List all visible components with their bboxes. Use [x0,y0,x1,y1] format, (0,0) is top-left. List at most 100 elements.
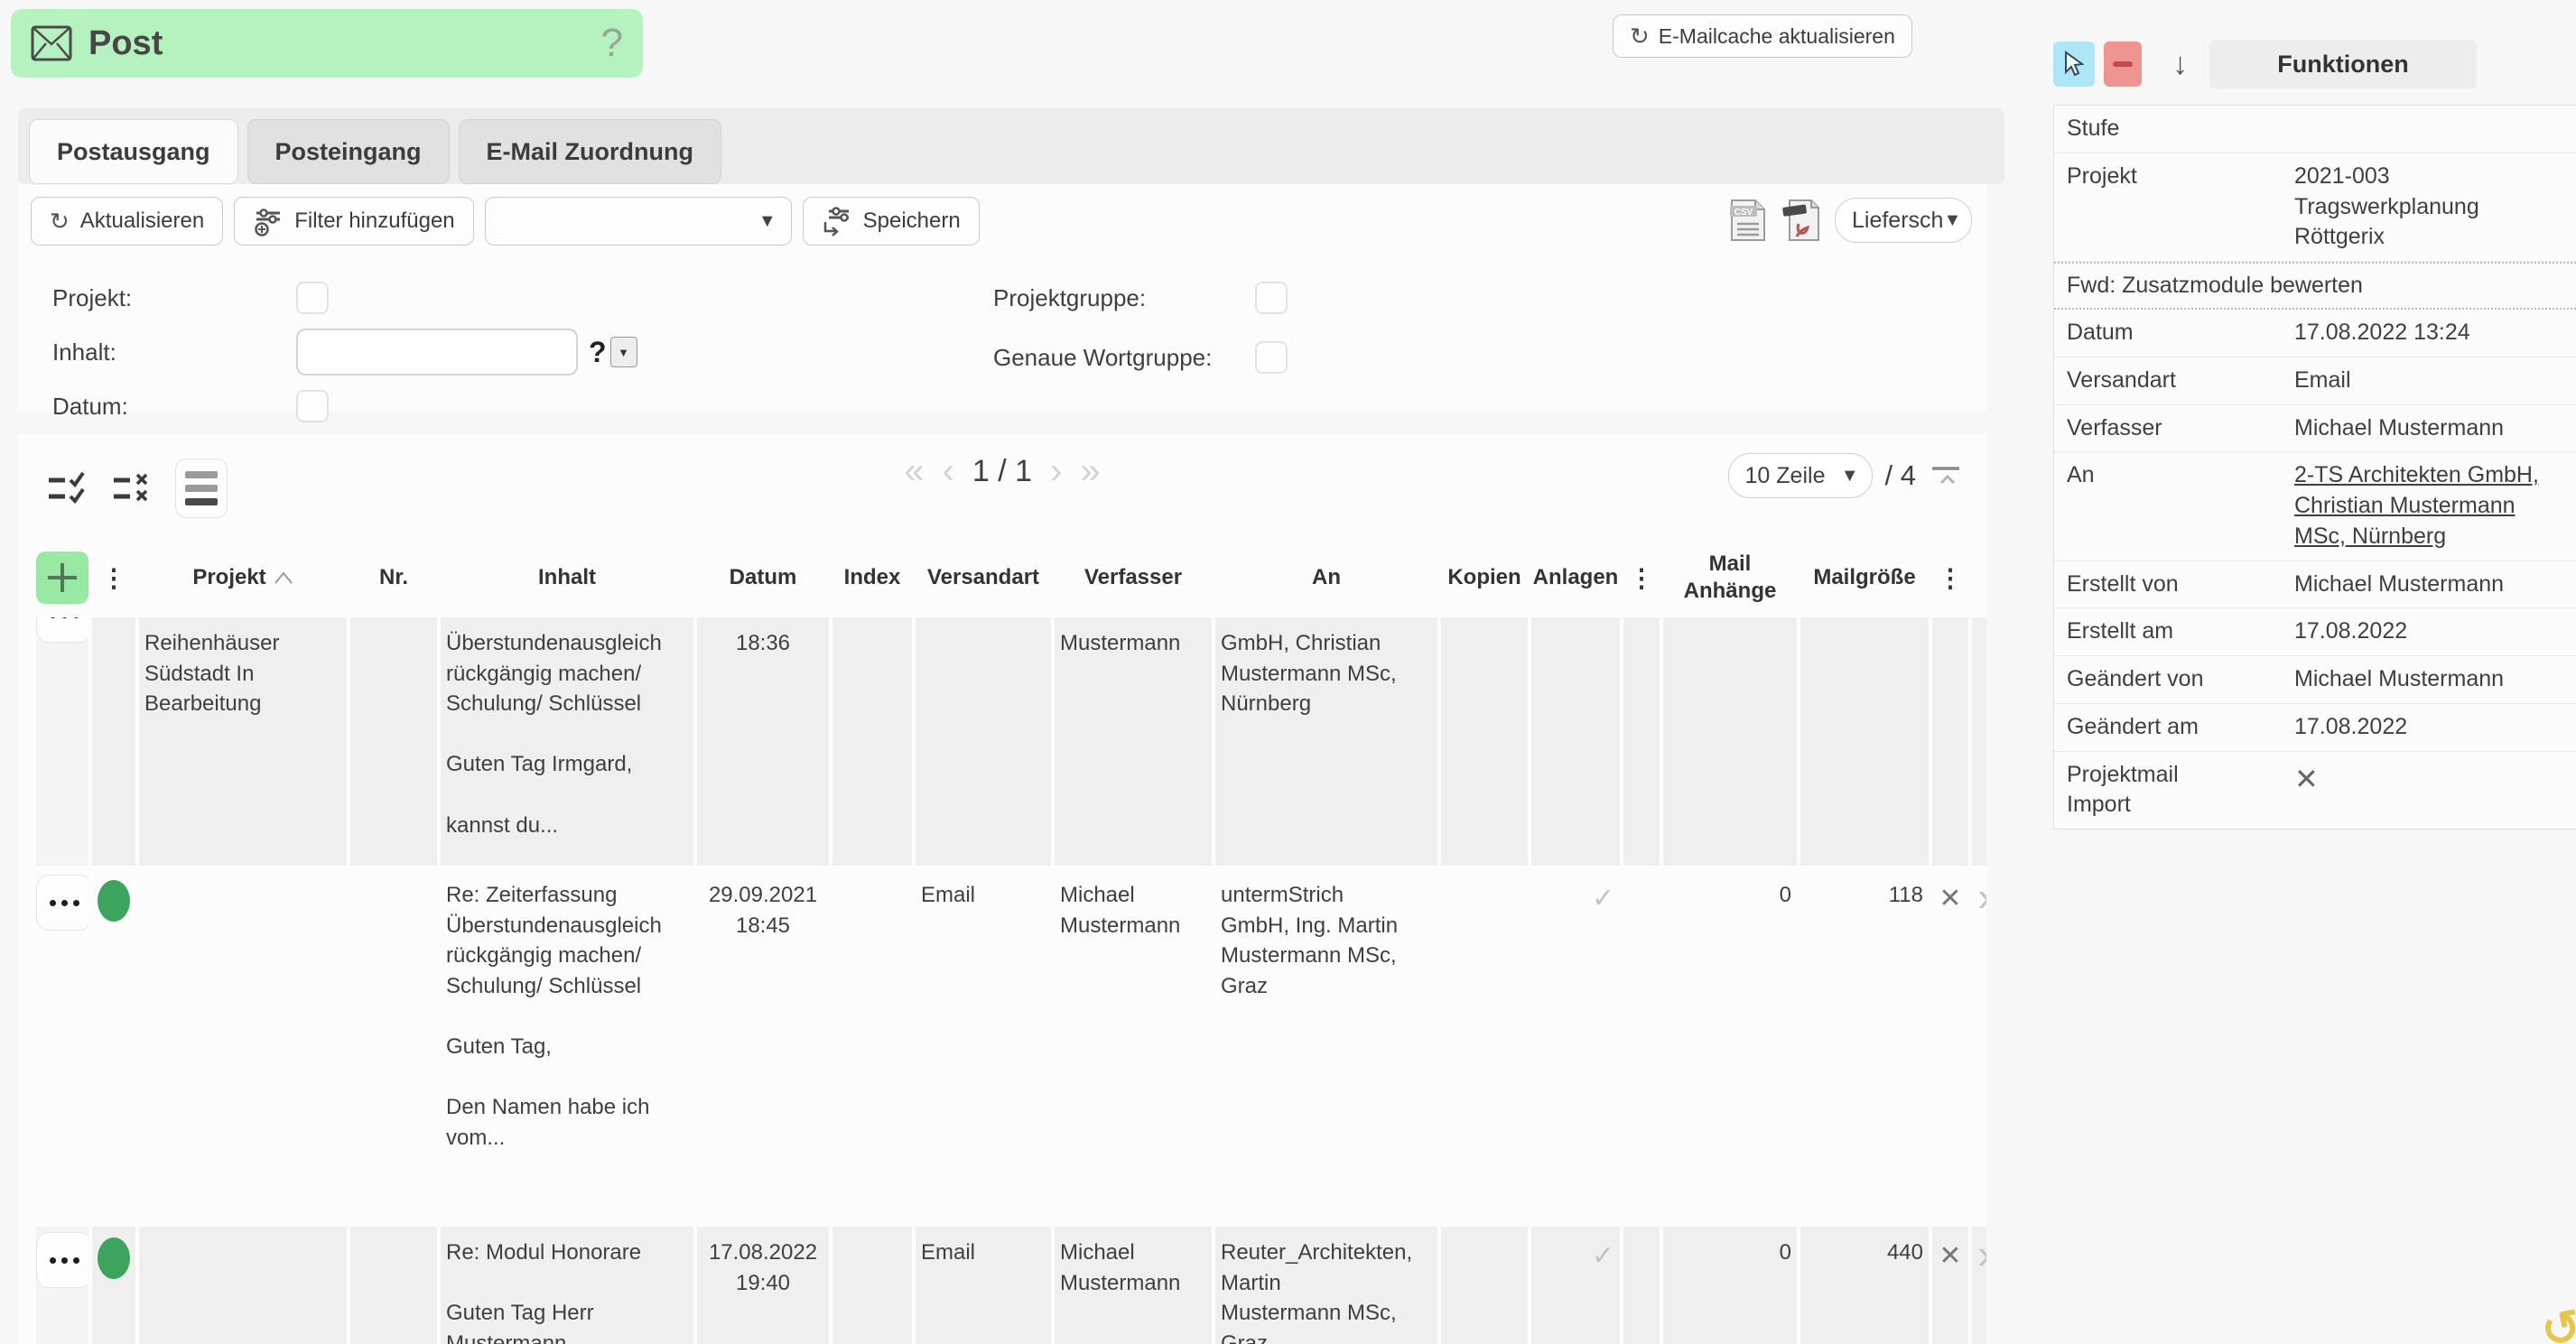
cell-nr [350,869,437,1223]
next-page-icon[interactable]: › [1050,453,1062,489]
anlagen-check-icon: ✓ [1531,869,1620,1223]
cell-anlagen [1531,617,1620,866]
genaue-wortgruppe-checkbox[interactable] [1255,341,1288,374]
help-icon[interactable]: ? [601,21,623,66]
down-arrow-icon[interactable]: ↓ [2172,47,2188,82]
cell-index [832,1227,912,1344]
pointer-tool-button[interactable] [2053,42,2095,87]
remove-panel-button[interactable] [2104,42,2142,87]
inhalt-help-icon[interactable]: ? [589,336,607,369]
status-dot [98,880,130,922]
column-menu-icon[interactable]: ⋮ [1629,562,1654,594]
total-count: / 4 [1885,459,1916,492]
field-label: Geändert am [2067,712,2294,743]
emailcache-label: E-Mailcache aktualisieren [1659,24,1895,49]
col-anlagen[interactable]: Anlagen [1531,542,1620,614]
projekt-filter-label: Projekt: [52,284,296,312]
add-entry-button[interactable] [36,552,88,604]
col-verfasser[interactable]: Verfasser [1055,542,1212,614]
filter-hinzufuegen-button[interactable]: Filter hinzufügen [234,197,473,246]
report-template-select[interactable]: Liefersch ▼ [1835,198,1972,243]
tab-posteingang[interactable]: Posteingang [247,119,450,184]
col-kopien[interactable]: Kopien [1441,542,1528,614]
field-label: Erstellt von [2067,570,2294,600]
aktualisieren-button[interactable]: ↻ Aktualisieren [31,197,223,246]
cell-verfasser: Michael Mustermann [1055,869,1212,1223]
tab-email-zuordnung[interactable]: E-Mail Zuordnung [459,119,721,184]
datum-filter-label: Datum: [52,393,296,421]
table-row[interactable]: Reihenhäuser Südstadt In Bearbeitung Übe… [36,617,1986,866]
col-inhalt[interactable]: Inhalt [441,542,693,614]
filter-toolbar: ↻ Aktualisieren Filter hinzufügen [31,197,980,246]
saved-filter-select[interactable]: ▼ [485,197,792,246]
row-menu-button[interactable] [36,617,88,643]
col-mail-anhaenge[interactable]: Mail Anhänge [1663,542,1797,614]
column-menu-icon[interactable]: ⋮ [101,562,126,594]
prev-page-icon[interactable]: ‹ [943,453,954,489]
speichern-button[interactable]: Speichern [803,197,980,246]
cell-verfasser: Michael Mustermann [1055,1227,1212,1344]
col-datum[interactable]: Datum [697,542,829,614]
open-row-icon[interactable]: › [1972,869,1986,1223]
col-an[interactable]: An [1215,542,1437,614]
minus-icon [2113,61,2133,67]
field-versandart: Versandart Email [2054,357,2576,405]
cell-versandart: Email [916,869,1051,1223]
field-value: Michael Mustermann [2294,570,2569,600]
field-label: Versandart [2067,366,2294,396]
table-row[interactable]: Re: Modul Honorare Guten Tag Herr Muster… [36,1227,1986,1344]
row-menu-button[interactable] [36,875,88,931]
cell-an: Reuter_Architekten, Martin Mustermann MS… [1215,1227,1437,1344]
pdf-export-icon[interactable] [1781,197,1822,244]
funktionen-header[interactable]: Funktionen [2209,40,2477,88]
deselect-all-icon[interactable] [110,466,161,511]
delete-row-icon[interactable]: ✕ [1932,869,1968,1223]
cell-datum: 17.08.2022 19:40 [697,1227,829,1344]
delete-row-icon[interactable]: ✕ [1932,1227,1968,1344]
cell-inhalt: Überstundenausgleich rückgängig machen/ … [441,617,693,866]
field-value: 2021-003 Tragswerkplanung Röttgerix [2294,162,2569,253]
export-tools: CSV Liefersch ▼ [1726,197,1972,244]
chevron-down-icon: ▼ [1841,466,1859,487]
column-menu-icon[interactable]: ⋮ [1938,562,1963,594]
cell-mail-anhaenge: 0 [1663,1227,1797,1344]
tab-postausgang[interactable]: Postausgang [29,119,238,184]
row-menu-button[interactable] [36,1232,88,1288]
csv-export-icon[interactable]: CSV [1726,197,1768,244]
projektgruppe-checkbox[interactable] [1255,282,1288,314]
first-page-icon[interactable]: « [904,453,924,489]
field-an: An 2-TS Architekten GmbH, Christian Must… [2054,452,2576,561]
col-versandart[interactable]: Versandart [916,542,1051,614]
collapse-icon[interactable] [1929,461,1963,490]
open-row-icon[interactable]: › [1972,1227,1986,1344]
last-page-icon[interactable]: » [1080,453,1100,489]
list-view-icon[interactable] [175,459,228,518]
chevron-down-icon: ▼ [1943,210,1961,231]
col-mailgroesse[interactable]: Mailgröße [1800,542,1929,614]
save-icon [822,206,852,236]
mail-subject[interactable]: Fwd: Zusatzmodule bewerten [2054,262,2576,310]
pagination: « ‹ 1 / 1 › » [904,453,1100,489]
col-projekt[interactable]: Projekt [139,542,347,614]
app-window: Post ? ↻ E-Mailcache aktualisieren Posta… [0,0,2576,1344]
rows-per-page-value: 10 Zeile [1745,463,1826,489]
table-row[interactable]: Re: Zeiterfassung Überstundenausgleich r… [36,869,1986,1223]
inhalt-input[interactable] [296,329,578,375]
projekt-checkbox[interactable] [296,282,329,314]
filter-panel: ↻ Aktualisieren Filter hinzufügen [18,184,1986,412]
emailcache-refresh-button[interactable]: ↻ E-Mailcache aktualisieren [1613,14,1912,58]
rows-per-page-select[interactable]: 10 Zeile ▼ [1728,453,1873,498]
cell-index [832,617,912,866]
inhalt-history-dropdown[interactable]: ▼ [610,337,637,367]
projektgruppe-label: Projektgruppe: [993,284,1255,312]
datum-checkbox[interactable] [296,390,329,422]
undo-icon[interactable]: ↺ [2537,1299,2576,1344]
cell-nr [350,617,437,866]
recipient-link[interactable]: 2-TS Architekten GmbH, Christian Musterm… [2294,460,2569,552]
col-nr[interactable]: Nr. [350,542,437,614]
filter-hinzufuegen-label: Filter hinzufügen [294,209,454,234]
col-index[interactable]: Index [832,542,912,614]
select-all-icon[interactable] [45,466,96,511]
field-label: Projektmail Import [2067,760,2294,821]
field-geaendert-von: Geändert von Michael Mustermann [2054,656,2576,704]
